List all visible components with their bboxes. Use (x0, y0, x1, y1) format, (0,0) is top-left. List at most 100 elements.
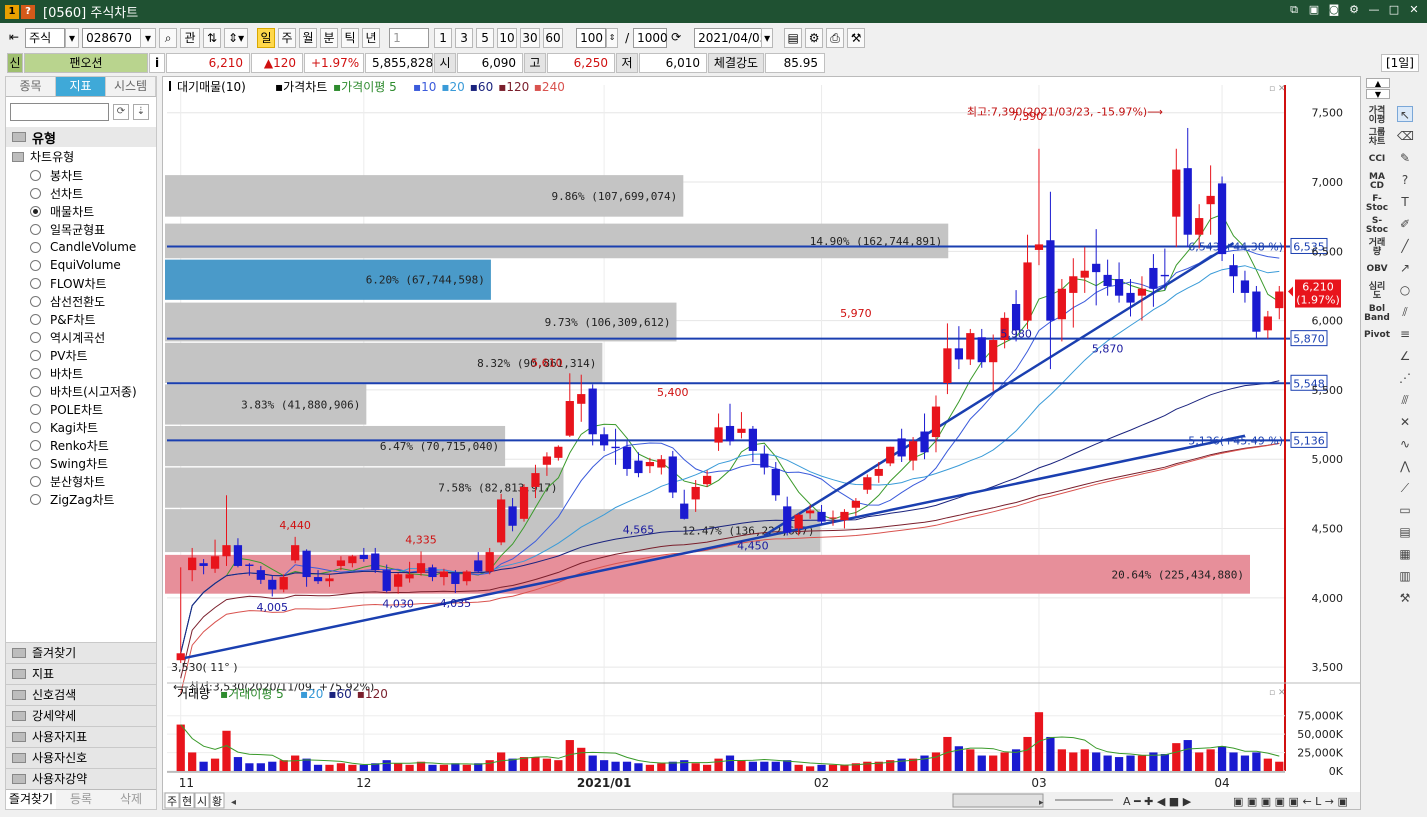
radio-icon[interactable] (30, 277, 41, 289)
quick-5[interactable]: 5 (476, 28, 495, 48)
radio-icon[interactable] (30, 295, 41, 307)
radio-icon[interactable] (30, 439, 41, 451)
close-icon[interactable]: ✕ (1407, 3, 1421, 17)
settings-icon[interactable]: ⚙ (805, 28, 824, 48)
calc-icon[interactable]: ▥ (1397, 568, 1413, 584)
radio-icon[interactable] (30, 493, 41, 505)
shortcut-volume[interactable]: 거래 량 (1363, 238, 1391, 257)
period-minute[interactable]: 분 (320, 28, 339, 48)
chart-type-item[interactable]: 바차트(시고저종) (6, 382, 156, 400)
chart-type-item[interactable]: Kagi차트 (6, 418, 156, 436)
window-icon[interactable]: ▭ (1397, 502, 1413, 518)
side-group-지표[interactable]: 지표 (6, 663, 156, 684)
chart-type-item[interactable]: Renko차트 (6, 436, 156, 454)
code-input[interactable]: 028670 (82, 28, 141, 48)
radio-icon[interactable] (30, 259, 41, 271)
side-group-사용자강약[interactable]: 사용자강약 (6, 768, 156, 789)
code-dropdown-icon[interactable]: ▾ (140, 28, 157, 48)
chart-area[interactable]: 9.86% (107,699,074) 14.90% (162,744,891) 6… (162, 76, 1361, 810)
quick-1[interactable]: 1 (434, 28, 453, 48)
auto-icon[interactable]: ⟋ (1397, 480, 1413, 496)
chart-type-item[interactable]: 선차트 (6, 184, 156, 202)
side-group-즐겨찾기[interactable]: 즐겨찾기 (6, 642, 156, 663)
radio-icon[interactable] (30, 331, 41, 343)
print-icon[interactable]: ⎙ (826, 28, 845, 48)
tab-system[interactable]: 시스템 (106, 77, 156, 96)
line-icon[interactable]: ╱ (1397, 238, 1413, 254)
gwan-button[interactable]: 관 (180, 28, 201, 48)
scroll-up-icon[interactable]: ▲ (1366, 78, 1390, 88)
market-select[interactable]: 주식 (25, 28, 66, 48)
save-chart-icon[interactable]: ▤ (784, 28, 803, 48)
shortcut-price-ma[interactable]: 가격 이평 (1363, 106, 1391, 125)
register-button[interactable]: 등록 (56, 790, 106, 809)
chart-type-item[interactable]: EquiVolume (6, 256, 156, 274)
eraser-icon[interactable]: ⌫ (1397, 128, 1414, 144)
shortcut-group-chart[interactable]: 그룹 차트 (1363, 128, 1391, 147)
camera-icon[interactable]: ◙ (1327, 3, 1341, 17)
chart-canvas[interactable]: 9.86% (107,699,074)14.90% (162,744,891)6… (163, 77, 1360, 809)
ray-icon[interactable]: ↗ (1397, 260, 1413, 276)
radio-icon[interactable] (30, 223, 41, 235)
shortcut-fstoc[interactable]: F- Stoc (1363, 194, 1391, 213)
period-tick[interactable]: 틱 (341, 28, 360, 48)
chart-type-item[interactable]: ZigZag차트 (6, 490, 156, 508)
channel-icon[interactable]: ⫽ (1397, 304, 1413, 320)
side-group-신호검색[interactable]: 신호검색 (6, 684, 156, 705)
chart-type-item[interactable]: 역시계곡선 (6, 328, 156, 346)
text-icon[interactable]: T (1397, 194, 1413, 210)
quick-3[interactable]: 3 (455, 28, 474, 48)
cursor-icon[interactable]: ↖ (1397, 106, 1413, 122)
indicator-search-input[interactable] (10, 103, 109, 121)
tools-icon[interactable]: ⚒ (847, 28, 866, 48)
chart-type-item[interactable]: PV차트 (6, 346, 156, 364)
radio-icon[interactable] (30, 421, 41, 433)
fibo-icon[interactable]: ≡ (1397, 326, 1413, 342)
download-icon[interactable]: ⇣ (133, 104, 149, 120)
chart-type-item[interactable]: 분산형차트 (6, 472, 156, 490)
radio-icon[interactable] (30, 403, 41, 415)
radio-icon[interactable] (30, 349, 41, 361)
radio-icon[interactable] (30, 205, 41, 217)
chart-type-item[interactable]: 매물차트 (6, 202, 156, 220)
copy-icon[interactable]: ▣ (1307, 3, 1321, 17)
period-day[interactable]: 일 (257, 28, 276, 48)
new-window-icon[interactable]: ⧉ (1287, 3, 1301, 17)
chart-type-item[interactable]: P&F차트 (6, 310, 156, 328)
quick-10[interactable]: 10 (497, 28, 518, 48)
chart-type-item[interactable]: 일목균형표 (6, 220, 156, 238)
note-icon[interactable]: ▤ (1397, 524, 1413, 540)
shortcut-bollinger[interactable]: Bol Band (1363, 304, 1391, 323)
side-group-강세약세[interactable]: 강세약세 (6, 705, 156, 726)
shortcut-obv[interactable]: OBV (1363, 260, 1391, 279)
zigzag-icon[interactable]: ⋀ (1397, 458, 1413, 474)
scroll-down-icon[interactable]: ▼ (1366, 89, 1390, 99)
total-count-input[interactable]: 1000 (633, 28, 668, 48)
period-year[interactable]: 년 (362, 28, 381, 48)
radio-icon[interactable] (30, 385, 41, 397)
date-input[interactable]: 2021/04/05 (694, 28, 767, 48)
first-icon[interactable]: ⇤ (6, 28, 22, 48)
help-icon[interactable]: ? (21, 4, 35, 19)
tab-indicator[interactable]: 지표 (56, 77, 106, 96)
parallel-icon[interactable]: ⫻ (1397, 392, 1413, 408)
wave-icon[interactable]: ∿ (1397, 436, 1413, 452)
chart-type-item[interactable]: POLE차트 (6, 400, 156, 418)
tab-favorites[interactable]: 즐겨찾기 (6, 790, 56, 809)
info-button[interactable]: i (149, 53, 165, 73)
pen-icon[interactable]: ✎ (1397, 150, 1413, 166)
shortcut-cci[interactable]: CCI (1363, 150, 1391, 169)
refresh-icon[interactable]: ⟳ (667, 28, 685, 48)
period-week[interactable]: 주 (278, 28, 297, 48)
radio-icon[interactable] (30, 169, 41, 181)
count-stepper-icon[interactable]: ⇕ (606, 28, 619, 48)
quick-60[interactable]: 60 (543, 28, 564, 48)
side-group-사용자지표[interactable]: 사용자지표 (6, 726, 156, 747)
help-icon[interactable]: ? (1397, 172, 1413, 188)
radio-icon[interactable] (30, 241, 41, 253)
market-dropdown-icon[interactable]: ▾ (65, 28, 80, 48)
date-dropdown-icon[interactable]: ▾ (761, 28, 774, 48)
brush-icon[interactable]: ✐ (1397, 216, 1413, 232)
tab-stock[interactable]: 종목 (6, 77, 56, 96)
search-icon[interactable]: ⌕ (159, 28, 178, 48)
